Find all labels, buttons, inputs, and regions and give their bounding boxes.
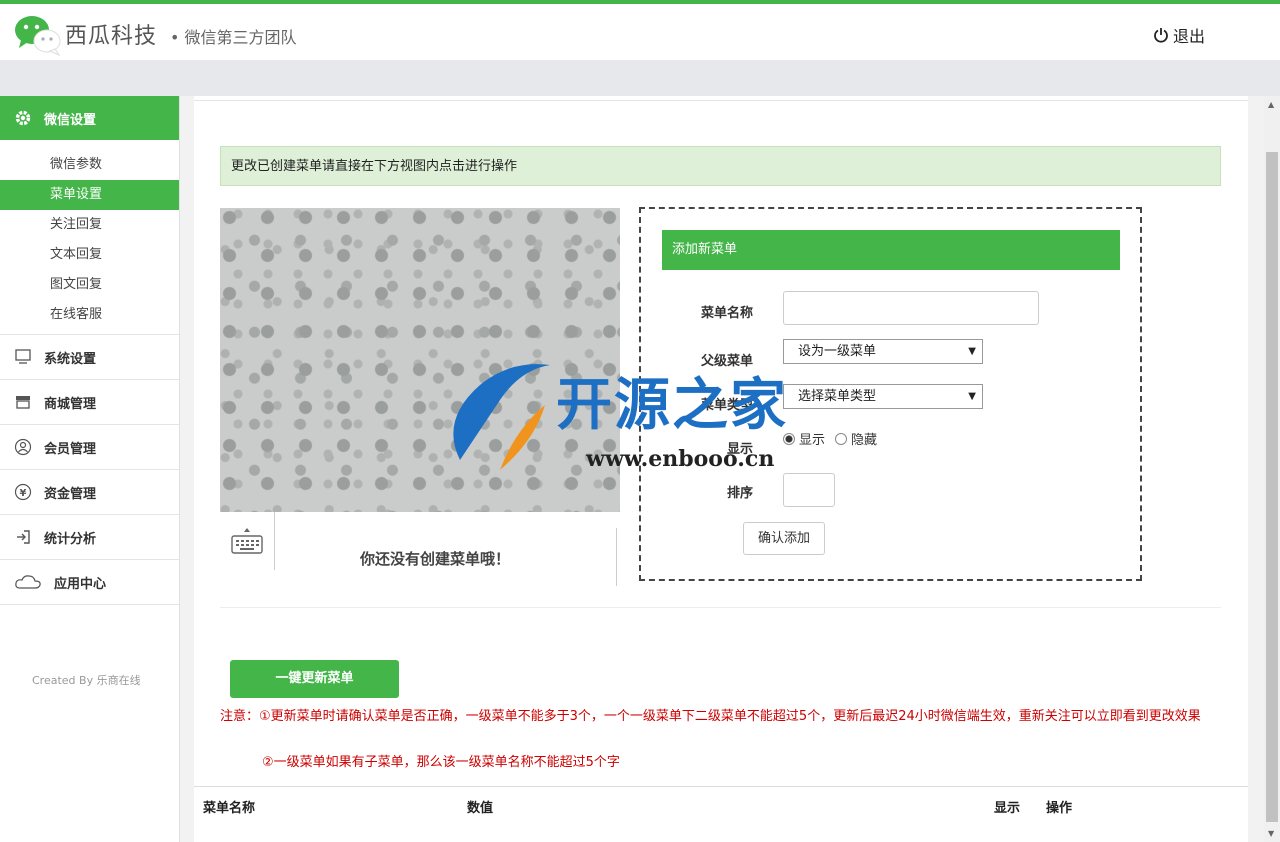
phone-preview-background <box>220 208 620 512</box>
sidebar-item-news-reply[interactable]: 图文回复 <box>0 270 179 300</box>
order-label: 排序 <box>726 486 753 501</box>
yen-icon: ¥ <box>14 483 32 501</box>
display-radio-group: 显示 隐藏 <box>783 429 877 448</box>
logout-label: 退出 <box>1173 27 1206 46</box>
sidebar-item-online-service[interactable]: 在线客服 <box>0 300 179 330</box>
toolbar-strip <box>0 60 1280 96</box>
sidebar-item-menu-settings[interactable]: 菜单设置 <box>0 180 179 210</box>
menu-name-input[interactable] <box>783 291 1039 325</box>
sidebar-sub-list: 微信参数 菜单设置 关注回复 文本回复 图文回复 在线客服 <box>0 140 179 335</box>
warning-note: 注意：①更新菜单时请确认菜单是否正确，一级菜单不能多于3个，一个一级菜单下二级菜… <box>220 709 1201 724</box>
radio-show-label: 显示 <box>799 433 826 448</box>
scroll-down-icon[interactable]: ▼ <box>1268 829 1274 838</box>
col-menu-name: 菜单名称 <box>203 801 256 816</box>
menu-table-header: 菜单名称 数值 显示 操作 <box>194 786 1248 823</box>
display-label: 显示 <box>726 442 753 457</box>
sidebar-item-system-settings[interactable]: 系统设置 <box>0 335 179 380</box>
sidebar-item-wechat-params[interactable]: 微信参数 <box>0 150 179 180</box>
sidebar-section-wechat-settings[interactable]: 微信设置 <box>0 96 179 140</box>
scroll-up-icon[interactable]: ▲ <box>1268 100 1274 109</box>
sidebar-item-label: 商城管理 <box>44 396 97 412</box>
sidebar-item-fund-management[interactable]: ¥ 资金管理 <box>0 470 179 515</box>
empty-menu-message: 你还没有创建菜单哦！ <box>359 550 510 568</box>
sidebar-item-text-reply[interactable]: 文本回复 <box>0 240 179 270</box>
warning-note-2: ②一级菜单如果有子菜单，那么该一级菜单名称不能超过5个字 <box>262 755 620 770</box>
sidebar-item-label: 应用中心 <box>54 576 107 592</box>
col-value: 数值 <box>467 801 494 816</box>
sidebar-item-statistics[interactable]: 统计分析 <box>0 515 179 560</box>
store-icon <box>14 393 32 411</box>
sidebar-item-label: 资金管理 <box>44 486 97 502</box>
wechat-logo-icon <box>15 16 61 56</box>
confirm-add-button[interactable]: 确认添加 <box>743 522 825 555</box>
chevron-down-icon: ▼ <box>968 391 976 402</box>
brand-subtitle: • 微信第三方团队 <box>170 28 297 47</box>
cloud-icon <box>14 573 42 591</box>
parent-menu-select[interactable]: 设为一级菜单 ▼ <box>783 339 983 364</box>
brand-name: 西瓜科技 <box>65 24 158 49</box>
gear-icon <box>15 110 31 126</box>
sidebar-item-label: 会员管理 <box>44 441 97 457</box>
svg-text:¥: ¥ <box>20 488 27 499</box>
main-content: 更改已创建菜单请直接在下方视图内点击进行操作 你还没有创建菜单哦！ 添加新菜单 … <box>194 96 1248 842</box>
radio-hide[interactable] <box>835 432 848 445</box>
signin-icon <box>14 528 32 546</box>
menu-type-select[interactable]: 选择菜单类型 ▼ <box>783 384 983 409</box>
page-scrollbar[interactable]: ▲ ▼ <box>1264 96 1280 842</box>
menu-name-label: 菜单名称 <box>700 306 753 321</box>
sidebar-item-member-management[interactable]: 会员管理 <box>0 425 179 470</box>
sidebar-item-label: 系统设置 <box>44 351 97 367</box>
sidebar-item-app-center[interactable]: 应用中心 <box>0 560 179 605</box>
radio-hide-label: 隐藏 <box>851 433 878 448</box>
notice-banner: 更改已创建菜单请直接在下方视图内点击进行操作 <box>220 146 1221 186</box>
form-title: 添加新菜单 <box>662 230 1120 270</box>
scroll-thumb[interactable] <box>1266 152 1278 822</box>
col-show: 显示 <box>994 801 1021 816</box>
sidebar-item-mall-management[interactable]: 商城管理 <box>0 380 179 425</box>
power-icon <box>1154 28 1168 43</box>
parent-menu-value: 设为一级菜单 <box>798 344 877 359</box>
menu-type-label: 菜单类型 <box>700 398 753 413</box>
section-divider <box>220 607 1221 608</box>
keyboard-icon <box>231 528 263 554</box>
menu-type-value: 选择菜单类型 <box>798 389 877 404</box>
sidebar: 微信设置 微信参数 菜单设置 关注回复 文本回复 图文回复 在线客服 系统设置 … <box>0 96 180 842</box>
sidebar-section-label: 微信设置 <box>44 112 97 128</box>
parent-menu-label: 父级菜单 <box>700 354 753 369</box>
order-input[interactable] <box>783 473 835 507</box>
created-by-label: Created By 乐商在线 <box>32 674 141 687</box>
keyboard-toggle[interactable] <box>220 512 275 570</box>
update-menu-button[interactable]: 一键更新菜单 <box>230 660 399 698</box>
phone-menu-bar: 你还没有创建菜单哦！ <box>220 512 620 590</box>
phone-divider <box>616 528 617 586</box>
radio-show[interactable] <box>783 432 795 445</box>
top-divider <box>194 100 1248 101</box>
col-action: 操作 <box>1046 801 1073 816</box>
sidebar-item-follow-reply[interactable]: 关注回复 <box>0 210 179 240</box>
sidebar-item-label: 统计分析 <box>44 531 97 547</box>
chevron-down-icon: ▼ <box>968 346 976 357</box>
logout-button[interactable]: 退出 <box>1153 23 1205 47</box>
monitor-icon <box>14 348 32 366</box>
user-icon <box>14 438 32 456</box>
add-menu-form: 添加新菜单 菜单名称 父级菜单 设为一级菜单 ▼ 菜单类型 选择菜单类型 ▼ 显… <box>639 207 1142 581</box>
header: 西瓜科技 • 微信第三方团队 退出 <box>0 4 1280 60</box>
